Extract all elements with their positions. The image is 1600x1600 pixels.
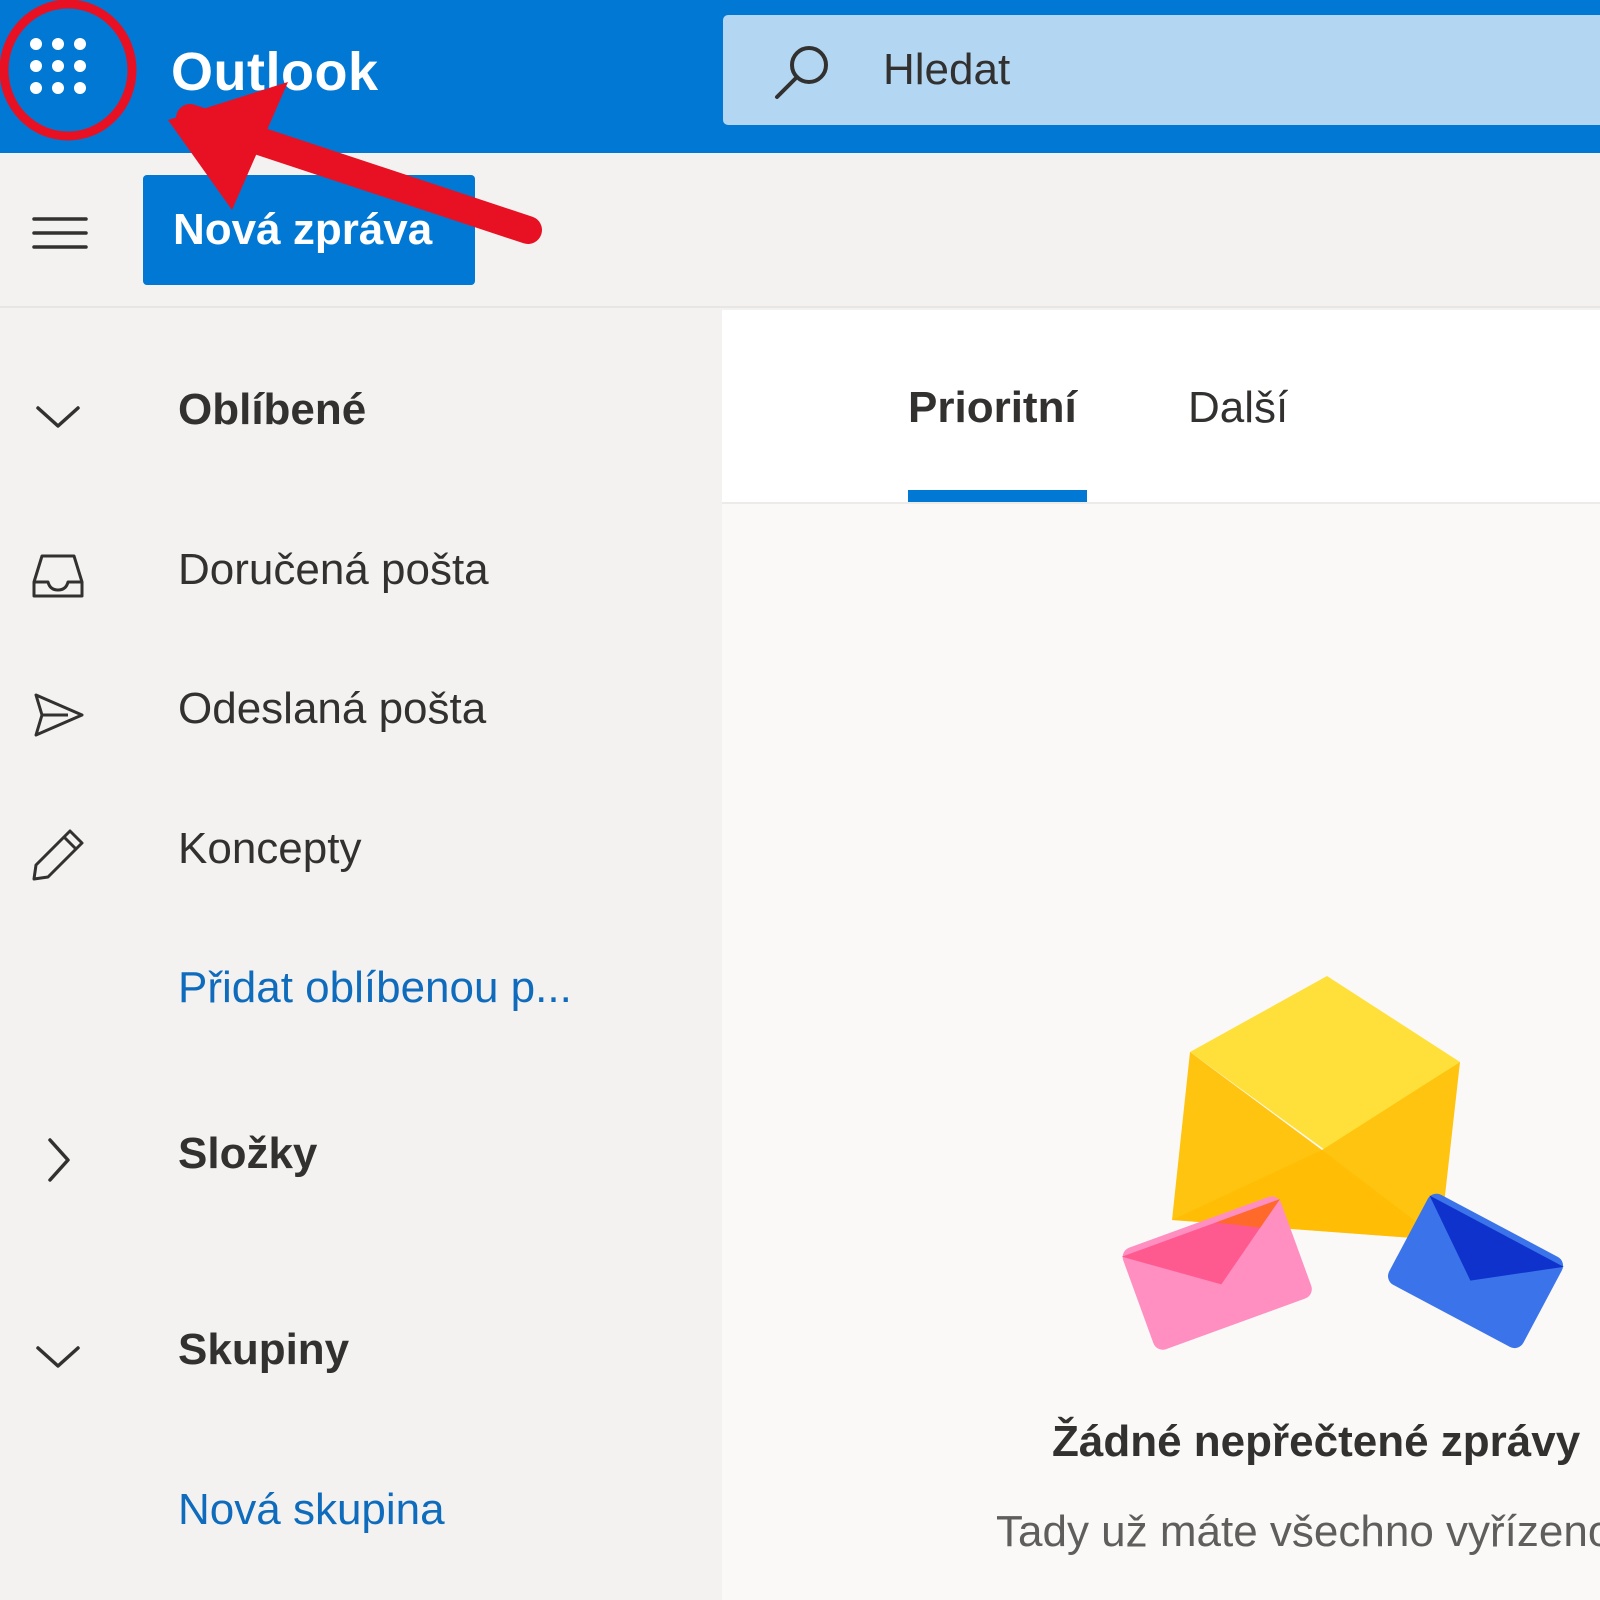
top-header-bar: Outlook <box>0 0 1600 153</box>
folder-pane: Oblíbené Doručená pošta Odeslaná pošta K… <box>0 310 722 1600</box>
empty-state-title: Žádné nepřečtené zprávy <box>1052 1417 1581 1466</box>
app-title[interactable]: Outlook <box>171 40 378 104</box>
message-list-pane: Prioritní Další Žádné nepřečtené zprávy … <box>722 310 1600 1600</box>
command-bar: Nová zpráva <box>0 153 1600 308</box>
add-favorite-label: Přidat oblíbenou p... <box>178 963 572 1012</box>
section-folders[interactable]: Složky <box>0 1100 722 1210</box>
inbox-tabs: Prioritní Další <box>722 310 1600 504</box>
section-label: Skupiny <box>178 1325 350 1374</box>
hamburger-menu-icon[interactable] <box>30 213 90 253</box>
search-box[interactable] <box>723 15 1600 125</box>
section-favorites[interactable]: Oblíbené <box>0 356 722 466</box>
active-tab-indicator <box>908 490 1087 502</box>
inbox-icon <box>28 546 88 606</box>
sidebar-item-label: Odeslaná pošta <box>178 684 487 733</box>
add-favorite-link[interactable]: Přidat oblíbenou p... <box>0 934 722 1044</box>
tab-focused[interactable]: Prioritní <box>908 380 1077 436</box>
sidebar-item-label: Koncepty <box>178 824 362 873</box>
empty-mailbox-illustration <box>1122 940 1582 1360</box>
new-group-label: Nová skupina <box>178 1485 445 1534</box>
new-message-button[interactable]: Nová zpráva <box>143 175 475 285</box>
chevron-down-icon <box>28 386 88 446</box>
search-input[interactable] <box>883 15 1583 125</box>
new-group-link[interactable]: Nová skupina <box>0 1456 722 1566</box>
sidebar-item-sent[interactable]: Odeslaná pošta <box>0 655 722 765</box>
search-icon <box>771 41 833 103</box>
section-label: Oblíbené <box>178 385 367 434</box>
sidebar-item-inbox[interactable]: Doručená pošta <box>0 516 722 626</box>
sidebar-item-drafts[interactable]: Koncepty <box>0 795 722 905</box>
chevron-right-icon <box>28 1130 88 1190</box>
section-groups[interactable]: Skupiny <box>0 1296 722 1406</box>
send-icon <box>28 685 88 745</box>
section-label: Složky <box>178 1129 318 1178</box>
app-launcher-icon[interactable] <box>14 16 124 126</box>
tab-other[interactable]: Další <box>1188 380 1288 436</box>
empty-state-subtitle: Tady už máte všechno vyřízeno <box>996 1507 1600 1556</box>
chevron-down-icon <box>28 1326 88 1386</box>
pencil-icon <box>28 825 88 885</box>
sidebar-item-label: Doručená pošta <box>178 545 489 594</box>
